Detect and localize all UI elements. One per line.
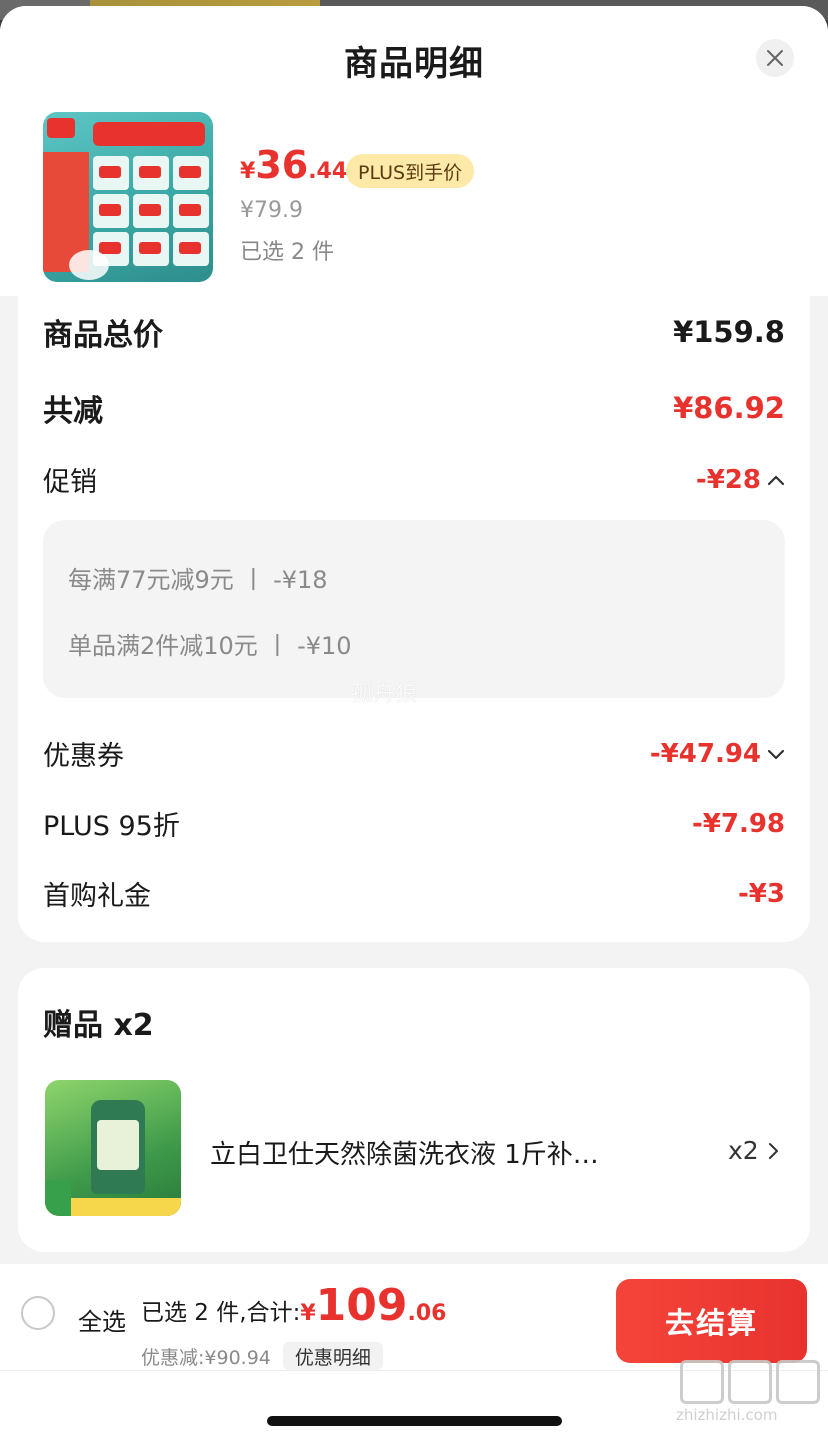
gift-name[interactable]: 立白卫仕天然除菌洗衣液 1斤补… — [210, 1134, 599, 1171]
first-purchase-value: -¥3 — [738, 878, 785, 909]
plus-discount-value: -¥7.98 — [691, 808, 785, 839]
watermark-url: zhizhizhi.com — [676, 1406, 778, 1424]
home-indicator[interactable] — [267, 1416, 562, 1426]
original-price: ¥79.9 — [240, 198, 303, 223]
gift-quantity[interactable]: x2 — [728, 1136, 779, 1165]
select-all-label[interactable]: 全选 — [78, 1302, 126, 1337]
select-all-checkbox[interactable] — [21, 1296, 55, 1330]
total-decimal: .06 — [407, 1301, 447, 1326]
product-price: ¥ 36 .44 — [240, 146, 347, 184]
watermark-text: 孤舟狼 — [351, 682, 418, 707]
promo-row[interactable]: 促销 -¥28 — [43, 460, 785, 499]
promo-detail-box: 每满77元减9元 丨 -¥18 单品满2件减10元 丨 -¥10 — [43, 520, 785, 698]
first-purchase-label: 首购礼金 — [43, 881, 151, 912]
discount-line: 优惠减:¥90.94 优惠明细 — [141, 1342, 383, 1370]
promo-value-wrap: -¥28 — [696, 465, 785, 495]
checkout-button[interactable]: 去结算 — [616, 1279, 807, 1363]
promo-item: 每满77元减9元 丨 -¥18 — [68, 566, 328, 594]
product-pack-grid — [93, 156, 209, 266]
promo-label: 促销 — [43, 467, 97, 498]
discount-text: 优惠减:¥90.94 — [141, 1346, 271, 1369]
total-currency: ¥ — [300, 1301, 316, 1326]
total-row: 商品总价 ¥159.8 — [43, 310, 785, 354]
price-decimal: .44 — [308, 159, 348, 184]
plus-discount-row: PLUS 95折 -¥7.98 — [43, 804, 785, 843]
coupon-value-wrap: -¥47.94 — [650, 739, 785, 769]
chevron-down-icon — [767, 749, 785, 759]
reduce-value: ¥86.92 — [673, 391, 785, 425]
brand-logo — [47, 118, 75, 138]
gift-qty-label: x2 — [728, 1136, 759, 1165]
close-icon — [767, 50, 783, 66]
total-label: 商品总价 — [43, 318, 163, 353]
first-purchase-row: 首购礼金 -¥3 — [43, 874, 785, 913]
summary-text: 已选 2 件,合计: — [141, 1300, 301, 1326]
discount-detail-button[interactable]: 优惠明细 — [282, 1342, 383, 1370]
order-summary: 已选 2 件,合计: ¥ 109 .06 — [141, 1284, 446, 1328]
plus-price-badge: PLUS到手价 — [346, 154, 475, 188]
price-breakdown-card: 商品总价 ¥159.8 共减 ¥86.92 促销 -¥28 每满77元减9元 丨… — [18, 296, 810, 942]
promo-value: -¥28 — [695, 464, 761, 495]
close-button[interactable] — [756, 39, 794, 77]
plus-discount-label: PLUS 95折 — [43, 811, 180, 842]
gift-card: 赠品 x2 立白卫仕天然除菌洗衣液 1斤补… x2 — [18, 968, 810, 1252]
site-watermark: zhizhizhi.com — [676, 1360, 820, 1424]
bottle-label-graphic — [97, 1120, 139, 1170]
reduce-label: 共减 — [43, 394, 103, 429]
price-integer: 36 — [255, 143, 309, 187]
promo-banner-graphic — [93, 122, 205, 146]
selected-count: 已选 2 件 — [240, 240, 334, 265]
detail-sheet: 商品明细 ¥ 36 .44 PLUS到手价 ¥79.9 已选 2 件 商品总价 — [0, 6, 828, 1438]
coupon-label: 优惠券 — [43, 741, 124, 772]
page-title: 商品明细 — [344, 44, 484, 84]
flower-graphic — [69, 250, 109, 280]
promo-item: 单品满2件减10元 丨 -¥10 — [68, 632, 352, 660]
chevron-right-icon — [768, 1142, 778, 1159]
grab-badge-graphic — [45, 1180, 71, 1216]
total-value: ¥159.8 — [673, 315, 785, 349]
checkout-bar: 全选 已选 2 件,合计: ¥ 109 .06 优惠减:¥90.94 优惠明细 … — [0, 1264, 828, 1438]
coupon-row[interactable]: 优惠券 -¥47.94 — [43, 734, 785, 773]
price-currency: ¥ — [240, 159, 256, 184]
product-image[interactable] — [43, 112, 213, 282]
reduce-row: 共减 ¥86.92 — [43, 386, 785, 430]
coupon-value: -¥47.94 — [649, 738, 761, 769]
sheet-header: 商品明细 ¥ 36 .44 PLUS到手价 ¥79.9 已选 2 件 — [0, 6, 828, 296]
gift-image[interactable] — [45, 1080, 181, 1216]
gift-title: 赠品 x2 — [43, 1008, 154, 1043]
chevron-up-icon — [767, 475, 785, 485]
total-integer: 109 — [315, 1280, 408, 1331]
watermark-logo — [680, 1360, 820, 1404]
